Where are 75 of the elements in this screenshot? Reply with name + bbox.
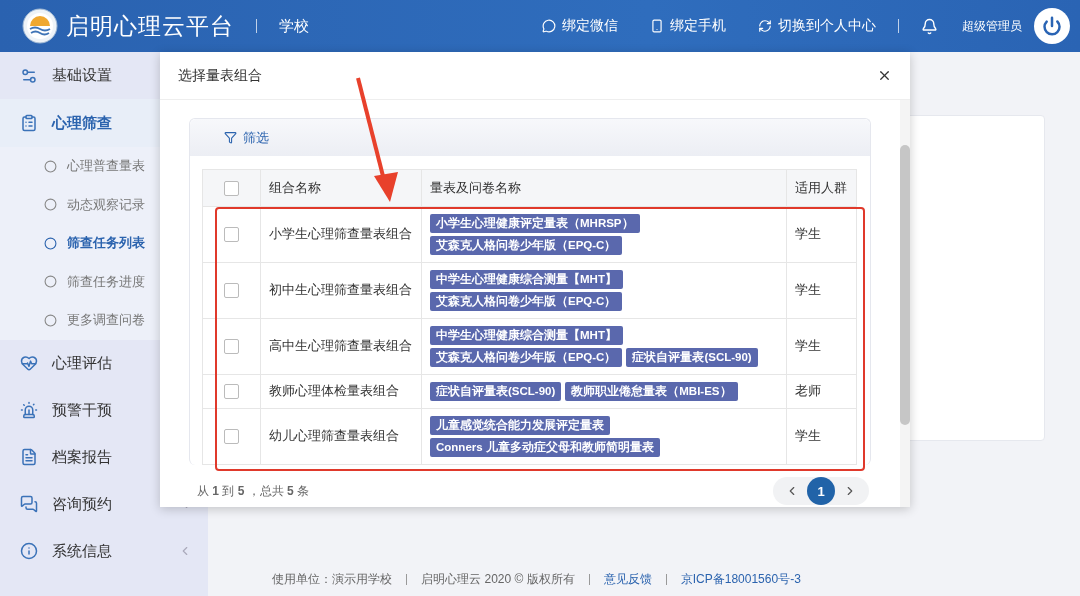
sidebar-subitem[interactable]: 心理普查量表 (0, 147, 208, 186)
scale-tag: 艾森克人格问卷少年版（EPQ-C） (430, 292, 623, 311)
footer-link[interactable]: 意见反馈 (603, 570, 652, 588)
footer-link[interactable]: 京ICP备18001560号-3 (680, 570, 801, 588)
circle-icon (44, 198, 57, 212)
scale-tag: Conners 儿童多动症父母和教师简明量表 (430, 438, 660, 457)
phone-icon (650, 19, 664, 33)
column-header: 量表及问卷名称 (430, 180, 521, 195)
scale-tag: 小学生心理健康评定量表（MHRSP） (430, 214, 640, 233)
scale-tag: 艾森克人格问卷少年版（EPQ-C） (430, 236, 623, 255)
column-header: 组合名称 (269, 180, 321, 195)
sidebar-subitem[interactable]: 筛查任务进度 (0, 262, 208, 301)
header-link[interactable]: 绑定微信 (542, 17, 618, 35)
document-icon (20, 448, 38, 466)
scale-tag: 艾森克人格问卷少年版（EPQ-C） (430, 348, 623, 367)
bell-icon[interactable] (921, 17, 938, 35)
info-icon (20, 542, 38, 560)
sliders-icon (20, 66, 38, 85)
table-cell: 学生 (795, 429, 821, 443)
table-cell: 高中生心理筛查量表组合 (269, 339, 412, 353)
dialog-title: 选择量表组合 (178, 66, 262, 85)
header-link[interactable]: 切换到个人中心 (758, 17, 876, 35)
table-cell: 幼儿心理筛查量表组合 (269, 429, 399, 443)
circle-icon (44, 159, 57, 173)
row-checkbox[interactable] (224, 227, 239, 243)
circle-icon (44, 313, 57, 327)
filter-button[interactable]: 筛选 (224, 128, 269, 147)
table-cell: 学生 (795, 227, 821, 241)
power-icon (1042, 16, 1062, 36)
sidebar-item[interactable]: 心理评估 (0, 339, 208, 387)
footer-text: 使用单位：演示用学校 (272, 570, 393, 588)
select-all-checkbox[interactable] (224, 180, 239, 196)
row-checkbox[interactable] (224, 429, 239, 445)
table-cell: 学生 (795, 283, 821, 297)
clipboard-icon (20, 114, 38, 132)
heart-icon (20, 354, 38, 372)
table-cell: 初中生心理筛查量表组合 (269, 283, 412, 297)
circle-icon (44, 275, 57, 289)
scale-tag: 症状自评量表(SCL-90) (430, 382, 562, 401)
circle-icon (44, 236, 57, 250)
table-cell: 教师心理体检量表组合 (269, 384, 399, 398)
table-cell: 老师 (795, 384, 821, 398)
scale-tag: 教师职业倦怠量表（MBI-ES） (565, 382, 738, 401)
sidebar-subitem[interactable]: 更多调查问卷 (0, 301, 208, 340)
logo-icon (22, 8, 58, 44)
row-checkbox[interactable] (224, 339, 239, 355)
pagination-summary: 从 1 到 5 ，总共 5 条 (197, 482, 310, 500)
scale-tag: 中学生心理健康综合测量【MHT】 (430, 270, 623, 289)
footer-text: 启明心理云 2020 © 版权所有 (421, 570, 575, 588)
sidebar-subitem[interactable]: 动态观察记录 (0, 185, 208, 224)
table-cell: 学生 (795, 339, 821, 353)
sidebar-item[interactable]: 预警干预 (0, 386, 208, 434)
page-button[interactable]: 1 (807, 477, 835, 505)
chat-icon (542, 19, 556, 33)
filter-icon (224, 131, 237, 144)
row-checkbox[interactable] (224, 384, 239, 400)
scale-tag: 儿童感觉统合能力发展评定量表 (430, 416, 610, 435)
sidebar-item[interactable]: 档案报告 (0, 433, 208, 481)
sidebar-item[interactable]: 系统信息 (0, 527, 208, 575)
column-header: 适用人群 (795, 180, 847, 195)
scrollbar-thumb[interactable] (900, 145, 910, 425)
scale-tag: 中学生心理健康综合测量【MHT】 (430, 326, 623, 345)
logout-button[interactable] (1034, 8, 1070, 44)
table-cell: 小学生心理筛查量表组合 (269, 227, 412, 241)
scale-tag: 症状自评量表(SCL-90) (626, 348, 758, 367)
close-button[interactable] (877, 68, 892, 83)
refresh-icon (758, 19, 772, 33)
chat-icon (20, 495, 38, 513)
sidebar-subitem[interactable]: 筛查任务列表 (0, 224, 208, 263)
user-name: 超级管理员 (962, 17, 1022, 35)
section-label: 学校 (279, 16, 309, 36)
row-checkbox[interactable] (224, 283, 239, 299)
siren-icon (20, 401, 38, 419)
app-title: 启明心理云平台 (66, 11, 234, 41)
header-link[interactable]: 绑定手机 (650, 17, 726, 35)
